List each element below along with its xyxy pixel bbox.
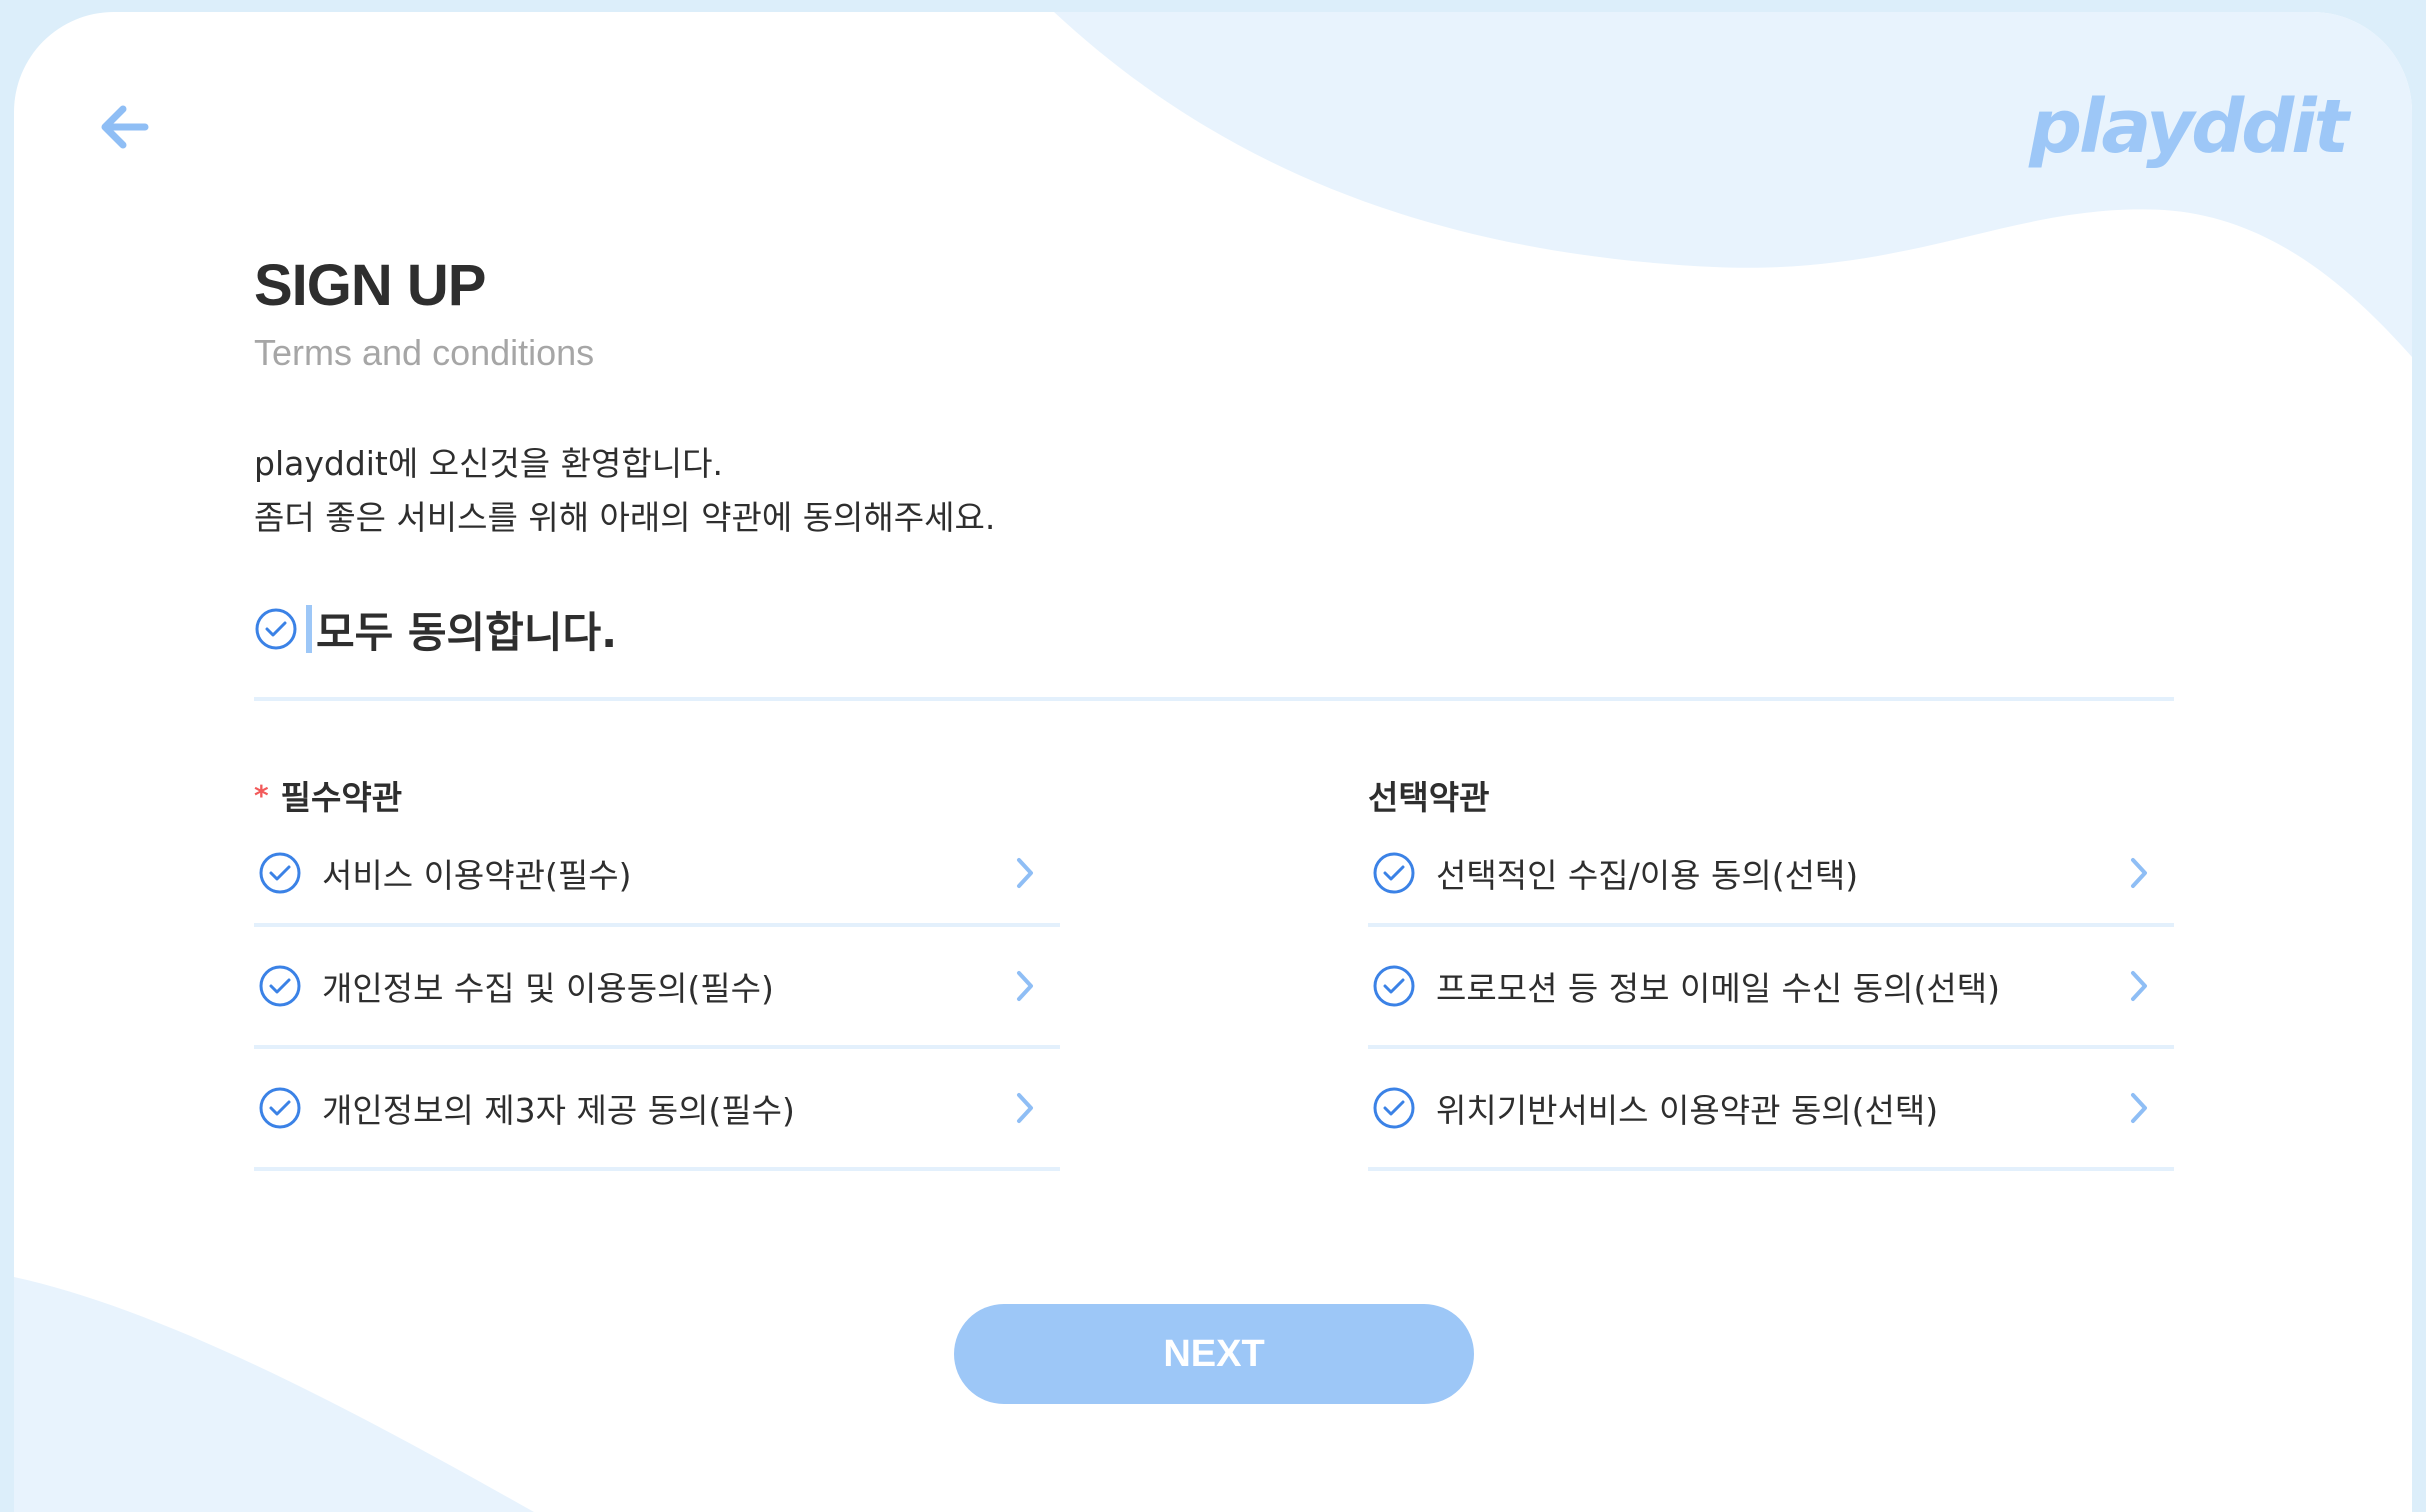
required-terms-title: 필수약관	[280, 778, 403, 817]
back-button[interactable]	[80, 82, 170, 172]
term-row-optional-collection[interactable]: 선택적인 수집/이용 동의(선택)	[1368, 823, 2174, 927]
check-circle-icon	[1372, 851, 1416, 895]
term-row-third-party[interactable]: 개인정보의 제3자 제공 동의(필수)	[254, 1049, 1060, 1171]
chevron-right-icon[interactable]	[1000, 848, 1050, 898]
chevron-right-icon[interactable]	[1000, 961, 1050, 1011]
welcome-line-1: playddit에 오신것을 환영합니다.	[254, 444, 723, 483]
section-divider	[254, 697, 2174, 701]
term-row-location[interactable]: 위치기반서비스 이용약관 동의(선택)	[1368, 1049, 2174, 1171]
required-terms-header: * 필수약관	[254, 767, 1060, 823]
term-label: 위치기반서비스 이용약관 동의(선택)	[1436, 1091, 1939, 1130]
term-row-promotion-email[interactable]: 프로모션 등 정보 이메일 수신 동의(선택)	[1368, 927, 2174, 1049]
optional-terms-section: 선택약관 선택적인 수집/이용 동의(선택) 프로모션 등 정보 이메일 수신 …	[1368, 767, 2174, 1171]
required-terms-section: * 필수약관 서비스 이용약관(필수) 개인정보 수집 및 이용동의(필수) 개…	[254, 767, 1060, 1171]
check-circle-icon	[258, 964, 302, 1008]
check-circle-icon	[258, 851, 302, 895]
chevron-right-icon[interactable]	[1000, 1083, 1050, 1133]
term-row-service[interactable]: 서비스 이용약관(필수)	[254, 823, 1060, 927]
check-circle-icon	[1372, 964, 1416, 1008]
welcome-line-2: 좀더 좋은 서비스를 위해 아래의 약관에 동의해주세요.	[254, 498, 996, 537]
arrow-left-icon	[101, 105, 149, 149]
check-circle-icon	[1372, 1086, 1416, 1130]
background-wave	[14, 12, 2412, 1512]
chevron-right-icon[interactable]	[2114, 848, 2164, 898]
term-label: 프로모션 등 정보 이메일 수신 동의(선택)	[1436, 969, 2000, 1008]
logo: playddit	[2029, 84, 2349, 170]
agree-all-checkbox[interactable]: 모두 동의합니다.	[254, 595, 617, 663]
page-subtitle: Terms and conditions	[254, 332, 595, 373]
term-label: 서비스 이용약관(필수)	[322, 856, 632, 895]
chevron-right-icon[interactable]	[2114, 1083, 2164, 1133]
term-label: 개인정보 수집 및 이용동의(필수)	[322, 969, 774, 1008]
text-cursor	[306, 605, 312, 653]
term-label: 선택적인 수집/이용 동의(선택)	[1436, 856, 1859, 895]
agree-all-label: 모두 동의합니다.	[316, 607, 618, 657]
check-circle-icon	[254, 607, 298, 651]
welcome-message: playddit에 오신것을 환영합니다. 좀더 좋은 서비스를 위해 아래의 …	[254, 437, 995, 545]
optional-terms-header: 선택약관	[1368, 767, 2174, 823]
required-marker: *	[254, 778, 269, 812]
optional-terms-title: 선택약관	[1368, 778, 1490, 817]
check-circle-icon	[258, 1086, 302, 1130]
term-label: 개인정보의 제3자 제공 동의(필수)	[322, 1091, 795, 1130]
chevron-right-icon[interactable]	[2114, 961, 2164, 1011]
term-row-privacy-collection[interactable]: 개인정보 수집 및 이용동의(필수)	[254, 927, 1060, 1049]
page-title: SIGN UP	[254, 253, 486, 318]
next-button[interactable]: NEXT	[954, 1304, 1474, 1404]
signup-window: playddit SIGN UP Terms and conditions pl…	[14, 12, 2412, 1512]
